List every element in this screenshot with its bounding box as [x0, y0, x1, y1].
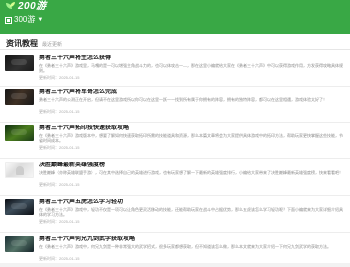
- article-thumbnail[interactable]: [5, 89, 34, 105]
- logo-text: 200游: [18, 1, 47, 12]
- article-date: 更新时间：2025-01-15: [39, 182, 80, 187]
- article-thumbnail[interactable]: [5, 236, 34, 252]
- article-summary: 在《勇者三十六声》游戏中，轻功不仅是一项可以让角色更灵活移动的技能，还能帮助玩家…: [39, 207, 343, 217]
- article-date: 更新时间：2025-01-15: [39, 219, 80, 224]
- article-title[interactable]: 勇者三十六声将生怎么获得: [39, 55, 343, 62]
- nav-menu-label: 300游: [14, 15, 36, 24]
- chevron-down-icon: ▼: [37, 17, 44, 23]
- divider: [0, 122, 350, 123]
- article-date: 更新时间：2025-01-15: [39, 109, 80, 114]
- article-item[interactable]: 决胜巅峰最新英雄强度榜 决胜巅峰（亦称英雄联盟手游），可在其中选择自己的英雄进行…: [5, 162, 345, 193]
- article-title[interactable]: 勇者三十六声将军哥怎么完成: [39, 89, 343, 96]
- top-bar: 200游 300游 ▼: [0, 0, 350, 32]
- article-thumbnail[interactable]: [5, 55, 34, 71]
- content-panel: 资讯教程 最近更新 勇者三十六声将生怎么获得 在《勇者三十六声》游戏里，马嘎的是…: [0, 32, 350, 263]
- article-summary: 决胜巅峰（亦称英雄联盟手游），可在其中选择自己的英雄进行游戏，也有玩家想了解一下…: [39, 170, 343, 175]
- article-summary: 在《勇者三十六声》游戏中，何兄九剑是一种非常强大的武学招式，很多玩家都想获取，但…: [39, 244, 331, 249]
- divider: [0, 158, 350, 159]
- article-summary: 在《勇者三十六声》游戏版本中，想要了解如何快速获取拓印所需的技能道具和资源，那么…: [39, 133, 343, 143]
- article-summary: 在《勇者三十六声》游戏里，马嘎的是一可以增强主角战斗力的，也可以体攻击一—，那在…: [39, 63, 343, 73]
- article-thumbnail[interactable]: [5, 125, 34, 141]
- article-item[interactable]: 勇者三十六声拓印技快速获取攻略 在《勇者三十六声》游戏版本中，想要了解如何快速获…: [5, 125, 345, 156]
- article-title[interactable]: 勇者三十六声五虎怎么学习轻功: [39, 199, 343, 206]
- article-date: 更新时间：2025-01-15: [39, 145, 80, 150]
- section-header: 资讯教程 最近更新: [0, 34, 350, 50]
- article-thumbnail[interactable]: [5, 162, 34, 178]
- divider: [0, 232, 350, 233]
- article-title[interactable]: 勇者三十六声何兄九剑武学获取攻略: [39, 236, 343, 243]
- article-thumbnail[interactable]: [5, 199, 34, 215]
- site-logo[interactable]: 200游: [6, 2, 47, 12]
- section-title: 资讯教程: [6, 39, 38, 48]
- leaf-icon: [6, 2, 16, 12]
- article-date: 更新时间：2025-01-15: [39, 256, 80, 261]
- article-summary: 勇者三十六声的公测正在开启，但请不在这里游戏所以你可以在这里一跃一一找到所有属于…: [39, 97, 327, 102]
- section-subtitle: 最近更新: [42, 42, 63, 48]
- article-item[interactable]: 勇者三十六声将生怎么获得 在《勇者三十六声》游戏里，马嘎的是一可以增强主角战斗力…: [5, 55, 345, 86]
- home-icon: [5, 16, 12, 24]
- article-item[interactable]: 勇者三十六声将军哥怎么完成 勇者三十六声的公测正在开启，但请不在这里游戏所以你可…: [5, 89, 345, 120]
- article-item[interactable]: 勇者三十六声五虎怎么学习轻功 在《勇者三十六声》游戏中，轻功不仅是一项可以让角色…: [5, 199, 345, 230]
- divider: [0, 86, 350, 87]
- nav-menu-button[interactable]: 300游 ▼: [5, 15, 43, 25]
- article-item[interactable]: 勇者三十六声何兄九剑武学获取攻略 在《勇者三十六声》游戏中，何兄九剑是一种非常强…: [5, 236, 345, 267]
- divider: [0, 195, 350, 196]
- article-title[interactable]: 决胜巅峰最新英雄强度榜: [39, 162, 343, 169]
- article-date: 更新时间：2025-01-15: [39, 75, 80, 80]
- article-title[interactable]: 勇者三十六声拓印技快速获取攻略: [39, 125, 343, 132]
